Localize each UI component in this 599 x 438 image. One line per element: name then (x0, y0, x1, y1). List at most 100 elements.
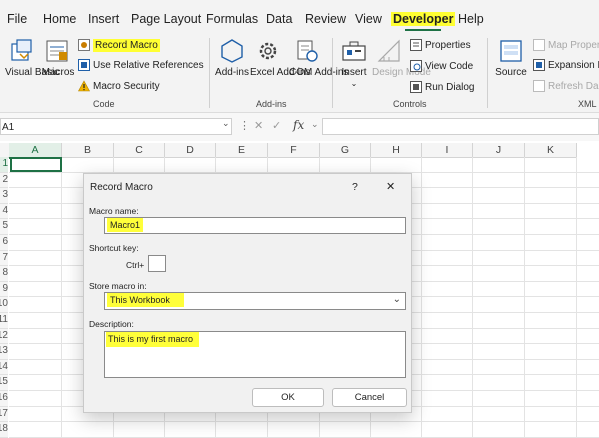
row-header-16[interactable]: 16 (0, 391, 8, 407)
record-macro-icon (78, 39, 90, 51)
row-header-14[interactable]: 14 (0, 359, 8, 376)
column-header-k[interactable]: K (525, 143, 577, 158)
tab-insert[interactable]: Insert (88, 12, 119, 26)
name-box-chevron-icon[interactable]: ⌄ (222, 118, 230, 129)
excel-add-ins-label: Excel Add-ins (250, 67, 311, 78)
ribbon-tabs: File Home Insert Page Layout Formulas Da… (0, 0, 599, 34)
record-macro-label: Record Macro (93, 38, 160, 52)
row-header-1[interactable]: 1 (0, 157, 8, 173)
properties-button[interactable]: Properties (410, 38, 471, 52)
column-header-c[interactable]: C (114, 143, 165, 158)
macro-name-input[interactable]: Macro1 (104, 217, 406, 234)
store-macro-value: This Workbook (107, 293, 184, 307)
controls-group-label: Controls (393, 99, 427, 109)
tab-review[interactable]: Review (305, 12, 346, 26)
description-label: Description: (89, 319, 134, 329)
row-header-11[interactable]: 11 (0, 313, 8, 329)
macros-label: Macros (41, 67, 75, 78)
record-macro-button[interactable]: Record Macro (78, 38, 160, 52)
name-box[interactable]: A1 (0, 118, 232, 135)
macro-security-button[interactable]: Macro Security (78, 79, 160, 93)
insert-control-button[interactable] (341, 40, 367, 69)
column-header-j[interactable]: J (473, 143, 525, 158)
more-options-icon[interactable]: ⋮ (239, 119, 250, 132)
chevron-down-icon: ⌄ (350, 79, 358, 88)
shortcut-key-input[interactable] (148, 255, 166, 272)
column-header-g[interactable]: G (320, 143, 371, 158)
run-dialog-button[interactable]: Run Dialog (410, 80, 474, 94)
properties-icon (410, 39, 422, 51)
column-header-e[interactable]: E (216, 143, 268, 158)
xml-group-label: XML (578, 99, 597, 109)
cancel-entry-icon[interactable]: ✕ (254, 119, 263, 132)
row-header-2[interactable]: 2 (0, 172, 8, 189)
map-properties-button[interactable]: Map Proper (533, 38, 599, 52)
cancel-button[interactable]: Cancel (332, 388, 407, 407)
record-macro-dialog: Record Macro ? ✕ Macro name: Macro1 Shor… (83, 173, 412, 413)
view-code-button[interactable]: View Code (410, 59, 473, 73)
source-button[interactable] (498, 38, 524, 69)
code-group-label: Code (93, 99, 115, 109)
add-ins-label: Add-ins (215, 67, 249, 78)
row-header-7[interactable]: 7 (0, 250, 8, 267)
row-header-4[interactable]: 4 (0, 203, 8, 220)
ctrl-label: Ctrl+ (126, 260, 145, 270)
ribbon-separator (332, 38, 333, 108)
macros-icon (46, 40, 68, 62)
row-header-15[interactable]: 15 (0, 375, 8, 391)
shortcut-key-label: Shortcut key: (89, 243, 139, 253)
macros-button[interactable] (44, 38, 70, 69)
active-cell-a1[interactable] (10, 157, 62, 172)
tab-file[interactable]: File (7, 12, 27, 26)
refresh-icon (533, 80, 545, 92)
row-header-9[interactable]: 9 (0, 281, 8, 298)
tab-developer[interactable]: Developer (391, 12, 456, 26)
column-header-d[interactable]: D (165, 143, 216, 158)
row-header-13[interactable]: 13 (0, 344, 8, 360)
refresh-data-button[interactable]: Refresh Da (533, 79, 599, 93)
description-textarea[interactable]: This is my first macro (104, 331, 406, 378)
use-relative-references-button[interactable]: Use Relative References (78, 58, 204, 72)
confirm-entry-icon[interactable]: ✓ (272, 119, 281, 132)
row-header-8[interactable]: 8 (0, 266, 8, 282)
row-header-10[interactable]: 10 (0, 297, 8, 313)
row-header-12[interactable]: 12 (0, 328, 8, 345)
column-header-f[interactable]: F (268, 143, 320, 158)
tab-view[interactable]: View (355, 12, 382, 26)
expansion-packs-button[interactable]: Expansion P (533, 58, 599, 72)
gridline (472, 157, 473, 438)
store-macro-label: Store macro in: (89, 281, 147, 291)
column-header-b[interactable]: B (62, 143, 114, 158)
insert-function-icon[interactable]: fx (293, 118, 304, 132)
help-icon[interactable]: ? (352, 181, 358, 193)
row-header-18[interactable]: 18 (0, 422, 8, 438)
expansion-packs-icon (533, 59, 545, 71)
visual-basic-button[interactable] (8, 38, 36, 69)
tab-home[interactable]: Home (43, 12, 76, 26)
column-header-h[interactable]: H (371, 143, 422, 158)
dialog-title: Record Macro (90, 182, 153, 193)
xml-source-icon (500, 40, 522, 62)
visual-basic-label: Visual Basic (5, 67, 60, 78)
ok-button[interactable]: OK (252, 388, 324, 407)
formula-input[interactable] (322, 118, 599, 135)
excel-add-ins-button[interactable] (255, 38, 281, 69)
tab-help[interactable]: Help (458, 12, 484, 26)
column-header-i[interactable]: I (422, 143, 473, 158)
com-add-ins-button[interactable] (294, 38, 320, 69)
tab-data[interactable]: Data (266, 12, 292, 26)
refresh-data-label: Refresh Da (548, 80, 599, 92)
tab-formulas[interactable]: Formulas (206, 12, 258, 26)
tab-page-layout[interactable]: Page Layout (131, 12, 201, 26)
row-header-6[interactable]: 6 (0, 235, 8, 251)
com-add-ins-icon (297, 40, 318, 62)
add-ins-button[interactable] (219, 38, 245, 69)
row-header-17[interactable]: 17 (0, 406, 8, 423)
fx-chevron-icon[interactable]: ⌄ (311, 119, 319, 130)
design-mode-button[interactable] (376, 38, 402, 69)
row-header-3[interactable]: 3 (0, 188, 8, 204)
close-icon[interactable]: ✕ (386, 180, 395, 193)
add-ins-group-label: Add-ins (256, 99, 287, 109)
row-header-5[interactable]: 5 (0, 219, 8, 235)
store-macro-select[interactable]: This Workbook ⌄ (104, 292, 406, 310)
